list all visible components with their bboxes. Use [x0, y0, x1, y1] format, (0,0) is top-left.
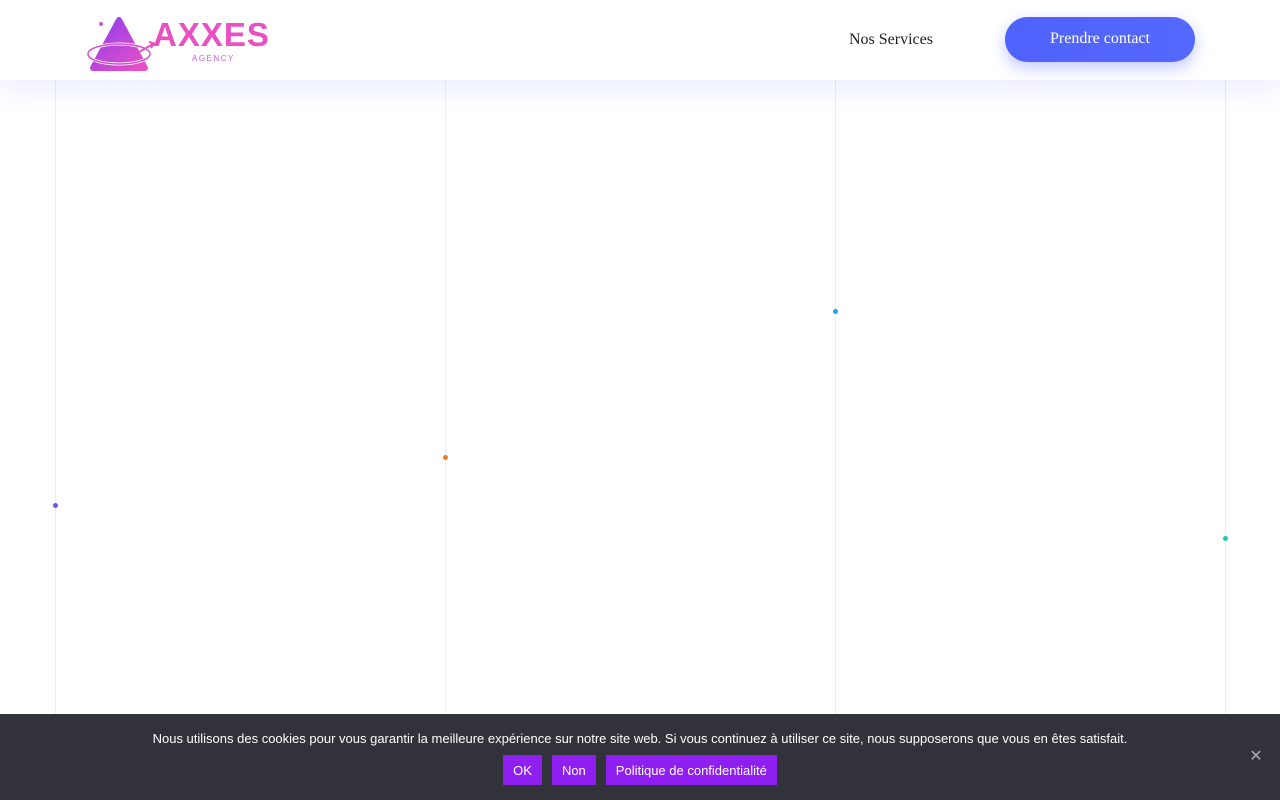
- site-logo[interactable]: AXXES AGENCY: [86, 16, 271, 74]
- grid-dot: [53, 503, 58, 508]
- privacy-policy-button[interactable]: Politique de confidentialité: [605, 755, 777, 785]
- grid-line: [445, 0, 446, 800]
- contact-button[interactable]: Prendre contact: [1005, 17, 1195, 62]
- cookie-accept-button[interactable]: OK: [503, 755, 542, 785]
- logo-subtitle: AGENCY: [192, 54, 235, 63]
- grid-dot: [443, 455, 448, 460]
- site-header: AXXES AGENCY Nos Services Prendre contac…: [0, 0, 1280, 80]
- contact-button-label: Prendre contact: [1050, 29, 1150, 47]
- logo-wordmark: AXXES: [153, 16, 270, 53]
- nav-item-services[interactable]: Nos Services: [849, 31, 933, 49]
- cookie-notice: Nous utilisons des cookies pour vous gar…: [0, 714, 1280, 800]
- grid-line: [1225, 0, 1226, 800]
- cookie-decline-button[interactable]: Non: [551, 755, 596, 785]
- close-icon[interactable]: ✕: [1248, 748, 1264, 764]
- cookie-notice-actions: OK Non Politique de confidentialité: [0, 755, 1280, 785]
- grid-line: [55, 0, 56, 800]
- grid-dot: [1223, 536, 1228, 541]
- cookie-notice-text: Nous utilisons des cookies pour vous gar…: [152, 731, 1128, 746]
- grid-line: [835, 0, 836, 800]
- logo-mark-icon: [86, 17, 156, 71]
- grid-dot: [833, 309, 838, 314]
